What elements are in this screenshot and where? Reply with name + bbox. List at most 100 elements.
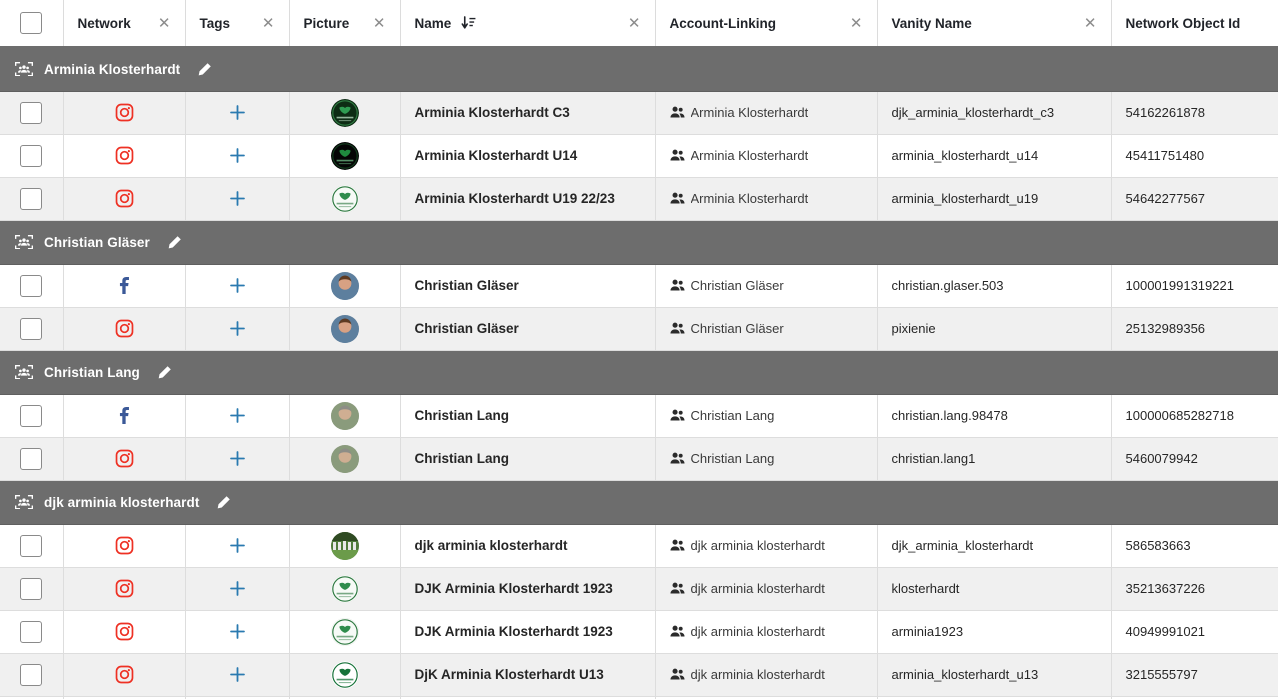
instagram-icon[interactable] <box>115 189 134 208</box>
group-header-cell[interactable]: Christian Gläser <box>0 220 1278 265</box>
table-row[interactable]: DjK Arminia Klosterhardt U13 djk arminia … <box>0 653 1278 697</box>
add-tag-icon[interactable] <box>228 449 247 468</box>
column-header-name[interactable]: Name ✕ <box>400 0 656 48</box>
instagram-icon[interactable] <box>115 536 134 555</box>
table-row[interactable]: djk arminia klosterhardt djk arminia klos… <box>0 524 1278 568</box>
tags-cell[interactable] <box>185 653 290 697</box>
table-row[interactable]: Arminia Klosterhardt C3 Arminia Klosterha… <box>0 91 1278 135</box>
tags-cell[interactable] <box>185 307 290 351</box>
row-checkbox[interactable] <box>20 187 43 210</box>
tags-cell[interactable] <box>185 567 290 611</box>
name-cell: Christian Gläser <box>400 264 656 308</box>
group-header-cell[interactable]: Christian Lang <box>0 350 1278 395</box>
remove-column-name-icon[interactable]: ✕ <box>628 16 641 31</box>
table-row[interactable]: Christian Gläser Christian Gläser pixienie… <box>0 307 1278 351</box>
tags-cell[interactable] <box>185 437 290 481</box>
group-header-row[interactable]: djk arminia klosterhardt <box>0 480 1278 525</box>
row-checkbox[interactable] <box>20 274 43 297</box>
add-tag-icon[interactable] <box>228 579 247 598</box>
column-header-tags[interactable]: Tags ✕ <box>185 0 290 48</box>
add-tag-icon[interactable] <box>228 406 247 425</box>
column-header-network-object-id[interactable]: Network Object Id ✕ <box>1111 0 1278 48</box>
row-checkbox[interactable] <box>20 404 43 427</box>
pencil-edit-icon[interactable] <box>157 365 172 380</box>
table-row[interactable]: Christian Lang Christian Lang christian.la… <box>0 437 1278 481</box>
tags-cell[interactable] <box>185 394 290 438</box>
instagram-icon[interactable] <box>115 665 134 684</box>
row-select-cell[interactable] <box>0 567 64 611</box>
row-select-cell[interactable] <box>0 524 64 568</box>
facebook-icon[interactable] <box>115 276 134 295</box>
row-select-cell[interactable] <box>0 177 64 221</box>
pencil-edit-icon[interactable] <box>216 495 231 510</box>
group-header-row[interactable]: Christian Lang <box>0 350 1278 395</box>
table-row[interactable]: Christian Lang Christian Lang christian.la… <box>0 394 1278 438</box>
instagram-icon[interactable] <box>115 579 134 598</box>
row-checkbox[interactable] <box>20 101 43 124</box>
group-header-row[interactable]: Arminia Klosterhardt <box>0 47 1278 92</box>
add-tag-icon[interactable] <box>228 665 247 684</box>
column-header-account-linking[interactable]: Account-Linking ✕ <box>655 0 878 48</box>
instagram-icon[interactable] <box>115 622 134 641</box>
remove-column-network-icon[interactable]: ✕ <box>158 16 171 31</box>
row-select-cell[interactable] <box>0 437 64 481</box>
tags-cell[interactable] <box>185 264 290 308</box>
tags-cell[interactable] <box>185 134 290 178</box>
table-row[interactable]: Arminia Klosterhardt U14 Arminia Klosterh… <box>0 134 1278 178</box>
account-linking-cell: Arminia Klosterhardt <box>655 177 878 221</box>
row-select-cell[interactable] <box>0 264 64 308</box>
add-tag-icon[interactable] <box>228 622 247 641</box>
table-row[interactable]: Arminia Klosterhardt U19 22/23 Arminia Kl… <box>0 177 1278 221</box>
row-select-cell[interactable] <box>0 91 64 135</box>
account-linking-label: Christian Lang <box>690 451 775 466</box>
remove-column-vanity-name-icon[interactable]: ✕ <box>1084 16 1097 31</box>
add-tag-icon[interactable] <box>228 189 247 208</box>
tags-cell[interactable] <box>185 610 290 654</box>
add-tag-icon[interactable] <box>228 146 247 165</box>
select-all-checkbox[interactable] <box>20 12 43 34</box>
table-row[interactable]: Christian Gläser Christian Gläser christia… <box>0 264 1278 308</box>
row-select-cell[interactable] <box>0 134 64 178</box>
facebook-icon[interactable] <box>115 406 134 425</box>
row-select-cell[interactable] <box>0 307 64 351</box>
pencil-edit-icon[interactable] <box>167 235 182 250</box>
row-checkbox[interactable] <box>20 144 43 167</box>
row-select-cell[interactable] <box>0 394 64 438</box>
instagram-icon[interactable] <box>115 319 134 338</box>
column-header-network[interactable]: Network ✕ <box>63 0 186 48</box>
row-checkbox[interactable] <box>20 620 43 643</box>
pencil-edit-icon[interactable] <box>197 62 212 77</box>
remove-column-account-linking-icon[interactable]: ✕ <box>850 16 863 31</box>
add-tag-icon[interactable] <box>228 319 247 338</box>
account-linking-cell: Christian Lang <box>655 394 878 438</box>
add-tag-icon[interactable] <box>228 276 247 295</box>
row-select-cell[interactable] <box>0 653 64 697</box>
remove-column-picture-icon[interactable]: ✕ <box>373 16 386 31</box>
row-checkbox[interactable] <box>20 317 43 340</box>
avatar <box>330 184 359 213</box>
table-row[interactable]: DJK Arminia Klosterhardt 1923 djk arminia… <box>0 567 1278 611</box>
tags-cell[interactable] <box>185 91 290 135</box>
row-checkbox[interactable] <box>20 447 43 470</box>
column-header-vanity-name[interactable]: Vanity Name ✕ <box>877 0 1112 48</box>
sort-descending-icon[interactable] <box>461 16 476 30</box>
table-row[interactable]: DJK Arminia Klosterhardt 1923 djk arminia… <box>0 610 1278 654</box>
group-header-cell[interactable]: djk arminia klosterhardt <box>0 480 1278 525</box>
add-tag-icon[interactable] <box>228 536 247 555</box>
row-checkbox[interactable] <box>20 577 43 600</box>
instagram-icon[interactable] <box>115 146 134 165</box>
column-header-picture[interactable]: Picture ✕ <box>289 0 401 48</box>
group-header-row[interactable]: Christian Gläser <box>0 220 1278 265</box>
instagram-icon[interactable] <box>115 449 134 468</box>
row-checkbox[interactable] <box>20 534 43 557</box>
add-tag-icon[interactable] <box>228 103 247 122</box>
instagram-icon[interactable] <box>115 103 134 122</box>
name-cell: djk arminia klosterhardt <box>400 524 656 568</box>
avatar <box>330 531 359 560</box>
tags-cell[interactable] <box>185 177 290 221</box>
row-checkbox[interactable] <box>20 663 43 686</box>
remove-column-tags-icon[interactable]: ✕ <box>262 16 275 31</box>
tags-cell[interactable] <box>185 524 290 568</box>
row-select-cell[interactable] <box>0 610 64 654</box>
group-header-cell[interactable]: Arminia Klosterhardt <box>0 47 1278 92</box>
